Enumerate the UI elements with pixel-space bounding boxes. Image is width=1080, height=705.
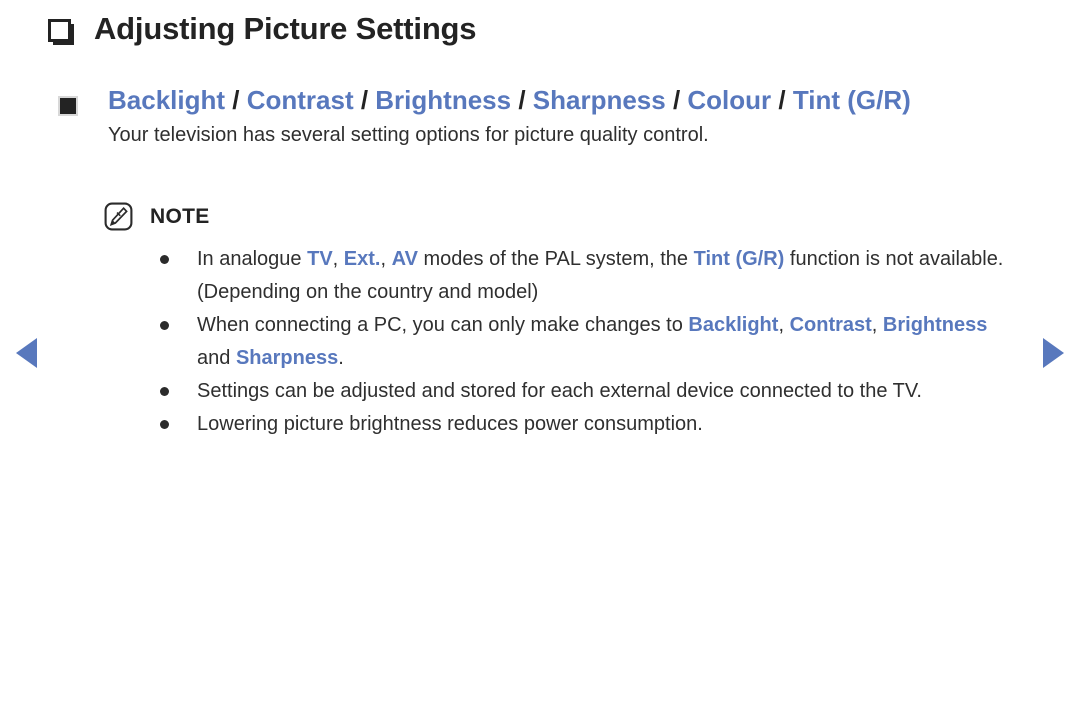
bullet-dot-icon: [160, 255, 169, 264]
heading-separator: /: [353, 85, 376, 115]
note-keyword: Tint (G/R): [693, 248, 785, 270]
note-text-run: When connecting a PC, you can only make …: [197, 314, 689, 336]
note-item-text: When connecting a PC, you can only make …: [197, 309, 1022, 375]
note-pencil-icon: [104, 202, 133, 231]
note-text-run: ,: [332, 248, 344, 270]
note-keyword: Ext.: [343, 248, 381, 270]
note-text-run: modes of the PAL system, the: [417, 248, 694, 270]
note-keyword: Contrast: [789, 314, 872, 336]
heading-separator: /: [665, 85, 688, 115]
note-text-run: ,: [380, 248, 392, 270]
heading-term: Contrast: [246, 85, 354, 115]
note-text-run: ,: [871, 314, 883, 336]
note-header: NOTE: [104, 202, 210, 231]
section-description: Your television has several setting opti…: [108, 124, 709, 147]
bullet-dot-icon: [160, 387, 169, 396]
heading-term: Backlight: [108, 85, 226, 115]
page-title-row: Adjusting Picture Settings: [48, 10, 477, 47]
note-text-run: ,: [778, 314, 790, 336]
heading-term: Tint (G/R): [792, 85, 911, 115]
page-title: Adjusting Picture Settings: [94, 11, 477, 46]
note-item-text: Lowering picture brightness reduces powe…: [197, 408, 1022, 441]
note-label: NOTE: [150, 204, 210, 228]
note-item-text: Settings can be adjusted and stored for …: [197, 375, 1022, 408]
note-text-run: In analogue: [197, 248, 308, 270]
help-page: Adjusting Picture Settings Backlight / C…: [0, 0, 1080, 705]
note-keyword: Sharpness: [235, 347, 339, 369]
note-text-run: Lowering picture brightness reduces powe…: [197, 413, 703, 435]
next-page-arrow[interactable]: [1043, 338, 1064, 368]
section-block: Backlight / Contrast / Brightness / Shar…: [58, 84, 1020, 148]
section-heading: Backlight / Contrast / Brightness / Shar…: [108, 84, 1020, 117]
note-keyword: TV: [307, 248, 333, 270]
note-item: Lowering picture brightness reduces powe…: [160, 408, 1022, 441]
heading-term: Brightness: [375, 85, 512, 115]
heading-separator: /: [771, 85, 793, 115]
note-keyword: Brightness: [882, 314, 988, 336]
filled-square-icon: [58, 96, 78, 116]
previous-page-arrow[interactable]: [16, 338, 37, 368]
hollow-square-3d-icon: [48, 19, 74, 45]
note-text-run: Settings can be adjusted and stored for …: [197, 380, 922, 402]
heading-term: Colour: [687, 85, 772, 115]
note-item-text: In analogue TV, Ext., AV modes of the PA…: [197, 243, 1022, 309]
note-list: In analogue TV, Ext., AV modes of the PA…: [160, 243, 1022, 441]
note-text-run: .: [338, 347, 344, 369]
heading-separator: /: [511, 85, 533, 115]
note-keyword: AV: [391, 248, 418, 270]
heading-separator: /: [225, 85, 247, 115]
bullet-dot-icon: [160, 420, 169, 429]
bullet-dot-icon: [160, 321, 169, 330]
heading-term: Sharpness: [532, 85, 666, 115]
note-text-run: and: [197, 347, 236, 369]
note-keyword: Backlight: [688, 314, 779, 336]
note-item: When connecting a PC, you can only make …: [160, 309, 1022, 375]
note-item: In analogue TV, Ext., AV modes of the PA…: [160, 243, 1022, 309]
note-item: Settings can be adjusted and stored for …: [160, 375, 1022, 408]
